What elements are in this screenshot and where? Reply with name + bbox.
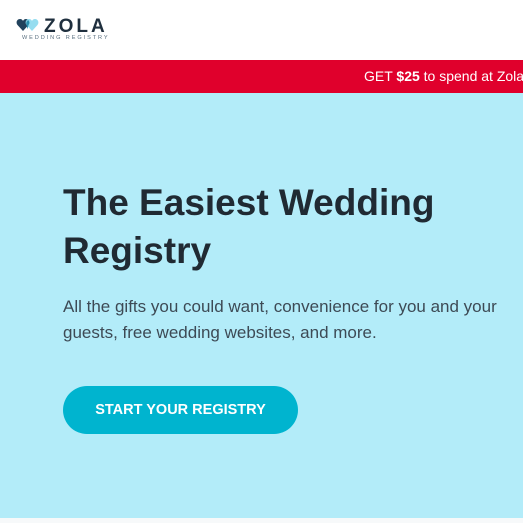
promo-amount: $25	[396, 68, 420, 84]
site-header: ZOLA WEDDING REGISTRY	[0, 0, 523, 60]
zola-logo[interactable]: ZOLA WEDDING REGISTRY	[16, 15, 126, 45]
section-divider	[0, 518, 523, 523]
hero-title: The Easiest Wedding Registry	[63, 182, 435, 271]
start-registry-button[interactable]: START YOUR REGISTRY	[63, 386, 298, 434]
hero-subtitle: All the gifts you could want, convenienc…	[63, 297, 497, 342]
promo-prefix: GET	[364, 68, 393, 84]
logo-tagline: WEDDING REGISTRY	[22, 35, 110, 41]
promo-banner[interactable]: GET $25 to spend at Zola	[0, 60, 523, 93]
promo-text: GET $25 to spend at Zola	[364, 68, 523, 84]
promo-suffix: to spend at Zola	[423, 68, 523, 84]
hearts-logo-icon	[16, 19, 39, 31]
hero-section: The Easiest Wedding Registry All the gif…	[0, 93, 523, 518]
